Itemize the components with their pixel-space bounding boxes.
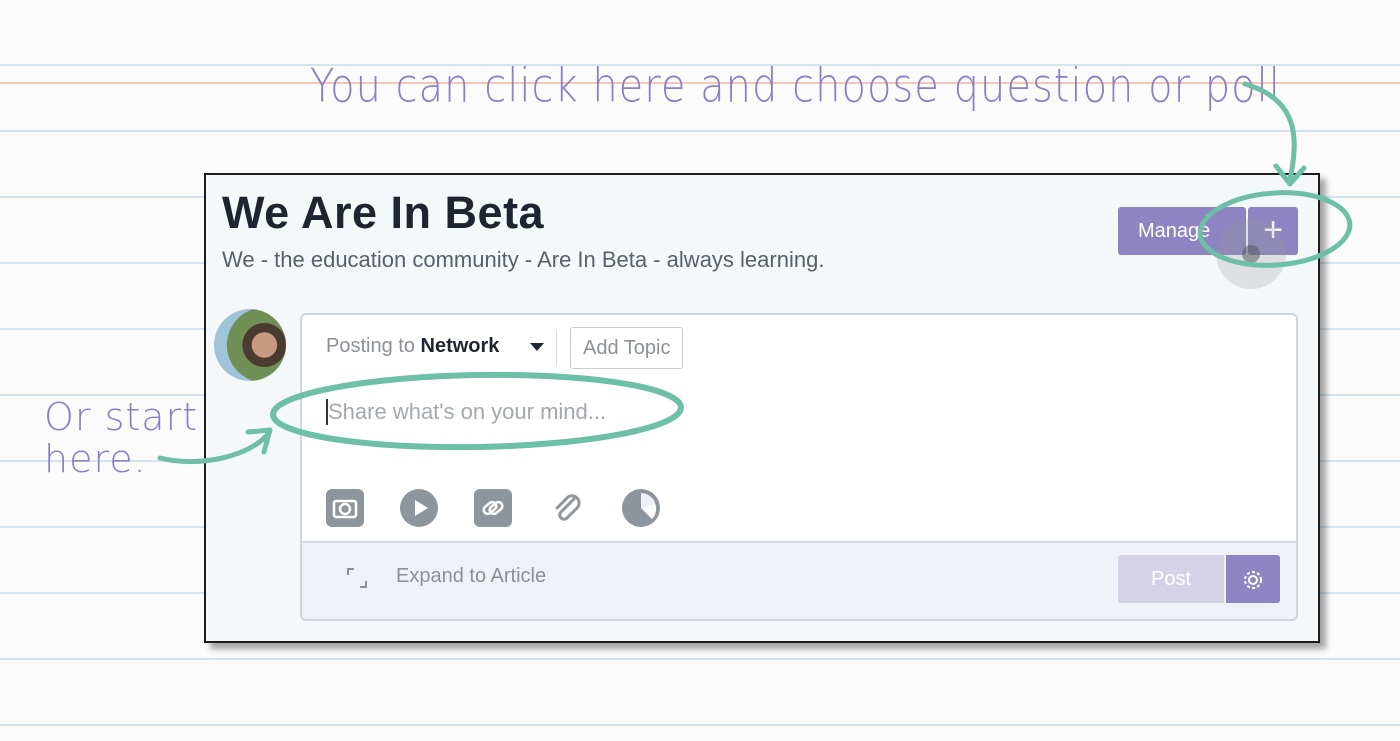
link-icon[interactable] bbox=[474, 489, 512, 527]
composer-body: Posting to Network Add Topic Share what'… bbox=[302, 315, 1296, 543]
divider bbox=[556, 331, 557, 365]
posting-to-selector[interactable]: Posting to Network bbox=[326, 335, 499, 358]
touch-indicator bbox=[1216, 219, 1286, 289]
post-text-input[interactable]: Share what's on your mind... bbox=[326, 399, 606, 425]
group-subtitle: We - the education community - Are In Be… bbox=[222, 247, 825, 272]
gear-icon bbox=[1244, 571, 1262, 590]
post-composer: Posting to Network Add Topic Share what'… bbox=[300, 313, 1298, 621]
annotation-top: You can click here and choose question o… bbox=[310, 60, 1281, 113]
expand-to-article-link[interactable]: Expand to Article bbox=[396, 565, 546, 588]
annotation-left: Or start here. bbox=[44, 395, 199, 481]
group-title: We Are In Beta bbox=[222, 187, 545, 238]
caret-down-icon[interactable] bbox=[530, 343, 544, 351]
group-card: We Are In Beta We - the education commun… bbox=[204, 173, 1320, 643]
posting-target: Network bbox=[420, 335, 500, 357]
post-button[interactable]: Post bbox=[1118, 555, 1224, 603]
add-topic-button[interactable]: Add Topic bbox=[570, 327, 684, 369]
pie-chart-icon[interactable] bbox=[622, 489, 660, 527]
avatar bbox=[214, 309, 286, 381]
paperclip-icon[interactable] bbox=[548, 489, 586, 527]
posting-prefix: Posting to bbox=[326, 335, 415, 357]
expand-icon[interactable] bbox=[346, 567, 368, 589]
post-settings-button[interactable] bbox=[1226, 555, 1280, 603]
camera-icon[interactable] bbox=[326, 489, 364, 527]
play-icon[interactable] bbox=[400, 489, 438, 527]
